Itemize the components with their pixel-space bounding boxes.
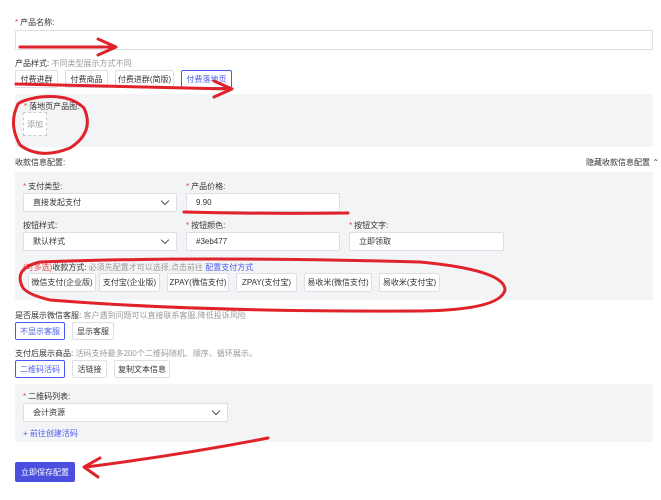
chevron-down-icon	[211, 406, 221, 415]
landing-image-panel	[15, 94, 653, 147]
price-label: * 产品价格:	[186, 182, 226, 191]
method-wechat-enterprise[interactable]: 微信支付(企业版)	[28, 273, 96, 292]
cs-option-hide[interactable]: 不显示客服	[15, 322, 65, 340]
method-alipay-enterprise[interactable]: 支付宝(企业版)	[99, 273, 160, 292]
product-name-input[interactable]	[15, 30, 653, 50]
configure-payment-link[interactable]: 配置支付方式	[205, 263, 253, 272]
chevron-down-icon	[160, 235, 170, 244]
customer-service-label: 是否展示微信客服: 客户遇到问题可以直接联系客服,降低投诉风险	[15, 311, 246, 320]
style-option-paid-group[interactable]: 付费进群	[15, 70, 58, 88]
collapse-payment-toggle[interactable]: 隐藏收款信息配置 ⌃	[586, 157, 659, 168]
style-option-paid-goods[interactable]: 付费商品	[65, 70, 108, 88]
method-zpay-alipay[interactable]: ZPAY(支付宝)	[236, 273, 297, 292]
payment-type-label: * 支付类型:	[23, 182, 63, 191]
button-text-input[interactable]: 立即领取	[349, 232, 504, 251]
price-input[interactable]: 9.90	[186, 193, 340, 212]
create-qrcode-link[interactable]: + 前往创建活码	[23, 428, 78, 439]
after-pay-option-copy-text[interactable]: 复制文本信息	[114, 360, 170, 378]
payment-section-title: 收款信息配置:	[15, 158, 66, 167]
button-style-select[interactable]: 默认样式	[23, 232, 177, 251]
style-option-paid-landing[interactable]: 付费落地页	[181, 70, 232, 88]
button-color-input[interactable]: #3eb477	[186, 232, 340, 251]
annotation-arrowhead	[82, 456, 102, 479]
landing-image-label: * 落地页产品图:	[24, 102, 80, 111]
method-yishoumi-wechat[interactable]: 易收米(微信支付)	[304, 273, 372, 292]
cs-option-show[interactable]: 显示客服	[72, 322, 114, 340]
payment-methods-label: (可多选)收款方式: 必须先配置才可以选择,点击前往 配置支付方式	[23, 263, 254, 272]
qrcode-select[interactable]: 会计资源	[23, 403, 228, 422]
button-text-label: * 按钮文字:	[349, 221, 389, 230]
method-yishoumi-alipay[interactable]: 易收米(支付宝)	[379, 273, 440, 292]
button-color-label: * 按钮颜色:	[186, 221, 226, 230]
annotation-arrow	[84, 436, 270, 469]
product-style-label: 产品样式: 不同类型展示方式不同	[15, 59, 132, 68]
method-zpay-wechat[interactable]: ZPAY(微信支付)	[167, 273, 229, 292]
after-pay-label: 支付后展示商品: 活码支持最多200个二维码随机、顺序、循环展示。	[15, 349, 257, 358]
after-pay-option-qrcode[interactable]: 二维码活码	[15, 360, 65, 378]
style-option-paid-group-lite[interactable]: 付费进群(简版)	[115, 70, 174, 88]
double-chevron-up-icon: ⌃	[652, 158, 659, 167]
payment-type-select[interactable]: 直接发起支付	[23, 193, 177, 212]
button-style-label: 按钮样式:	[23, 221, 58, 230]
landing-image-add-button[interactable]: 添加	[23, 112, 47, 136]
save-config-button[interactable]: 立即保存配置	[15, 462, 75, 482]
product-name-label: * 产品名称:	[15, 18, 55, 27]
after-pay-option-live-link[interactable]: 活链接	[72, 360, 107, 378]
qrcode-list-label: * 二维码列表:	[23, 392, 71, 401]
chevron-down-icon	[160, 196, 170, 205]
